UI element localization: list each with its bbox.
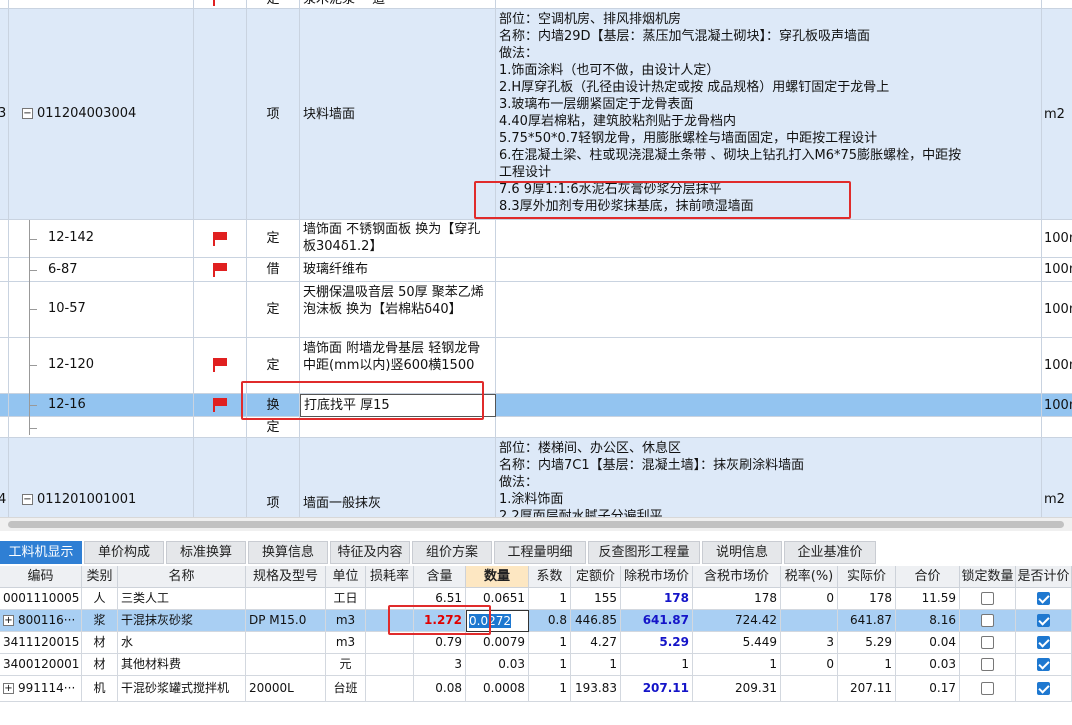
row-type: 项: [247, 438, 300, 517]
row-number: 3: [0, 106, 6, 121]
flag-icon: [212, 0, 228, 6]
priced-checkbox[interactable]: [1037, 592, 1050, 605]
col-header-actual-price[interactable]: 实际价: [838, 566, 896, 588]
row-unit: 100m: [1042, 282, 1072, 338]
lock-checkbox[interactable]: [981, 592, 994, 605]
collapse-icon[interactable]: −: [22, 494, 33, 505]
row-type: 定: [247, 220, 300, 258]
row-code-cell[interactable]: −011201001001: [9, 438, 194, 517]
tree-line: [29, 309, 37, 310]
tab-reverse-lookup[interactable]: 反查图形工程量: [588, 541, 700, 564]
tab-pricing-scheme[interactable]: 组价方案: [412, 541, 492, 564]
row-number: 4: [0, 492, 6, 507]
col-header-coefficient[interactable]: 系数: [529, 566, 571, 588]
row-unit: 100m: [1042, 220, 1072, 258]
tree-line: [29, 239, 37, 240]
expand-icon[interactable]: +: [3, 683, 14, 694]
flag-icon: [212, 398, 228, 412]
flag-icon: [212, 358, 228, 372]
feature-description[interactable]: 部位：楼梯间、办公区、休息区 名称：内墙7C1【基层：混凝土墙】：抹灰刷涂料墙面…: [496, 438, 1042, 517]
annotation-box: [474, 181, 851, 219]
row-unit: 100m: [1042, 258, 1072, 282]
row-unit: 100m: [1042, 338, 1072, 394]
row-name[interactable]: 泵木泥浆 一道: [300, 0, 496, 9]
col-header-tax-rate[interactable]: 税率(%): [781, 566, 838, 588]
col-header-inc-tax-price[interactable]: 含税市场价: [693, 566, 781, 588]
row-name[interactable]: 墙面一般抹灰: [300, 438, 496, 517]
panel-splitter[interactable]: [0, 531, 1072, 541]
tab-enterprise-price[interactable]: 企业基准价: [784, 541, 876, 564]
lock-checkbox[interactable]: [981, 614, 994, 627]
tab-labor-material[interactable]: 工料机显示: [0, 541, 82, 564]
row-type: 借: [247, 258, 300, 282]
row-name[interactable]: 天棚保温吸音层 50厚 聚苯乙烯泡沫板 换为【岩棉粘δ40】: [300, 282, 496, 338]
priced-checkbox[interactable]: [1037, 614, 1050, 627]
col-header-content[interactable]: 含量: [414, 566, 466, 588]
tab-features[interactable]: 特征及内容: [330, 541, 410, 564]
col-header-name[interactable]: 名称: [118, 566, 246, 588]
flag-icon: [212, 263, 228, 277]
tree-line: [29, 405, 37, 406]
row-name[interactable]: [300, 417, 496, 438]
tree-line: [29, 270, 37, 271]
tab-standard-conversion[interactable]: 标准换算: [166, 541, 246, 564]
annotation-box: [388, 605, 491, 635]
row-unit: m2: [1042, 438, 1072, 517]
col-header-category[interactable]: 类别: [82, 566, 118, 588]
lock-checkbox[interactable]: [981, 658, 994, 671]
tab-quantity-detail[interactable]: 工程量明细: [494, 541, 586, 564]
scrollbar-thumb[interactable]: [8, 521, 1064, 528]
col-header-lock[interactable]: 锁定数量: [960, 566, 1016, 588]
expand-icon[interactable]: +: [3, 615, 14, 626]
annotation-box: [241, 381, 484, 420]
tab-conversion-info[interactable]: 换算信息: [248, 541, 328, 564]
row-name[interactable]: 玻璃纤维布: [300, 258, 496, 282]
collapse-icon[interactable]: −: [22, 108, 33, 119]
row-code-cell[interactable]: 10-57: [9, 282, 194, 338]
lock-checkbox[interactable]: [981, 636, 994, 649]
row-unit: 100m: [1042, 0, 1072, 9]
tab-unit-price[interactable]: 单价构成: [84, 541, 164, 564]
col-header-ex-tax-price[interactable]: 除税市场价: [621, 566, 693, 588]
col-header-quota-price[interactable]: 定额价: [571, 566, 621, 588]
tab-notes[interactable]: 说明信息: [702, 541, 782, 564]
col-header-spec[interactable]: 规格及型号: [246, 566, 326, 588]
row-unit: m2: [1042, 9, 1072, 220]
row-name[interactable]: 墙饰面 不锈钢面板 换为【穿孔板304δ1.2】: [300, 220, 496, 258]
flag-icon: [212, 232, 228, 246]
tree-line: [29, 365, 37, 366]
col-header-total[interactable]: 合价: [896, 566, 960, 588]
horizontal-scrollbar[interactable]: [0, 517, 1072, 531]
row-unit: 100m: [1042, 394, 1072, 417]
col-header-unit[interactable]: 单位: [326, 566, 366, 588]
quota-grid: 11-4 定 泵木泥浆 一道 100m 3 −011204003004 项 块料…: [0, 0, 1072, 517]
col-header-loss[interactable]: 损耗率: [366, 566, 414, 588]
tree-line: [29, 220, 30, 435]
row-type: 项: [247, 9, 300, 220]
row-code-cell[interactable]: 11-4: [9, 0, 194, 9]
lock-checkbox[interactable]: [981, 682, 994, 695]
row-name[interactable]: 块料墙面: [300, 9, 496, 220]
row-code-cell[interactable]: 12-120: [9, 338, 194, 394]
priced-checkbox[interactable]: [1037, 636, 1050, 649]
col-header-code[interactable]: 编码: [0, 566, 82, 588]
row-type: 定: [247, 417, 300, 438]
priced-checkbox[interactable]: [1037, 682, 1050, 695]
tree-line: [29, 428, 37, 429]
col-header-priced[interactable]: 是否计价: [1016, 566, 1072, 588]
col-header-quantity[interactable]: 数量: [466, 566, 529, 588]
row-type: 定: [247, 0, 300, 9]
priced-checkbox[interactable]: [1037, 658, 1050, 671]
row-code-cell[interactable]: −011204003004: [9, 9, 194, 220]
row-type: 定: [247, 282, 300, 338]
